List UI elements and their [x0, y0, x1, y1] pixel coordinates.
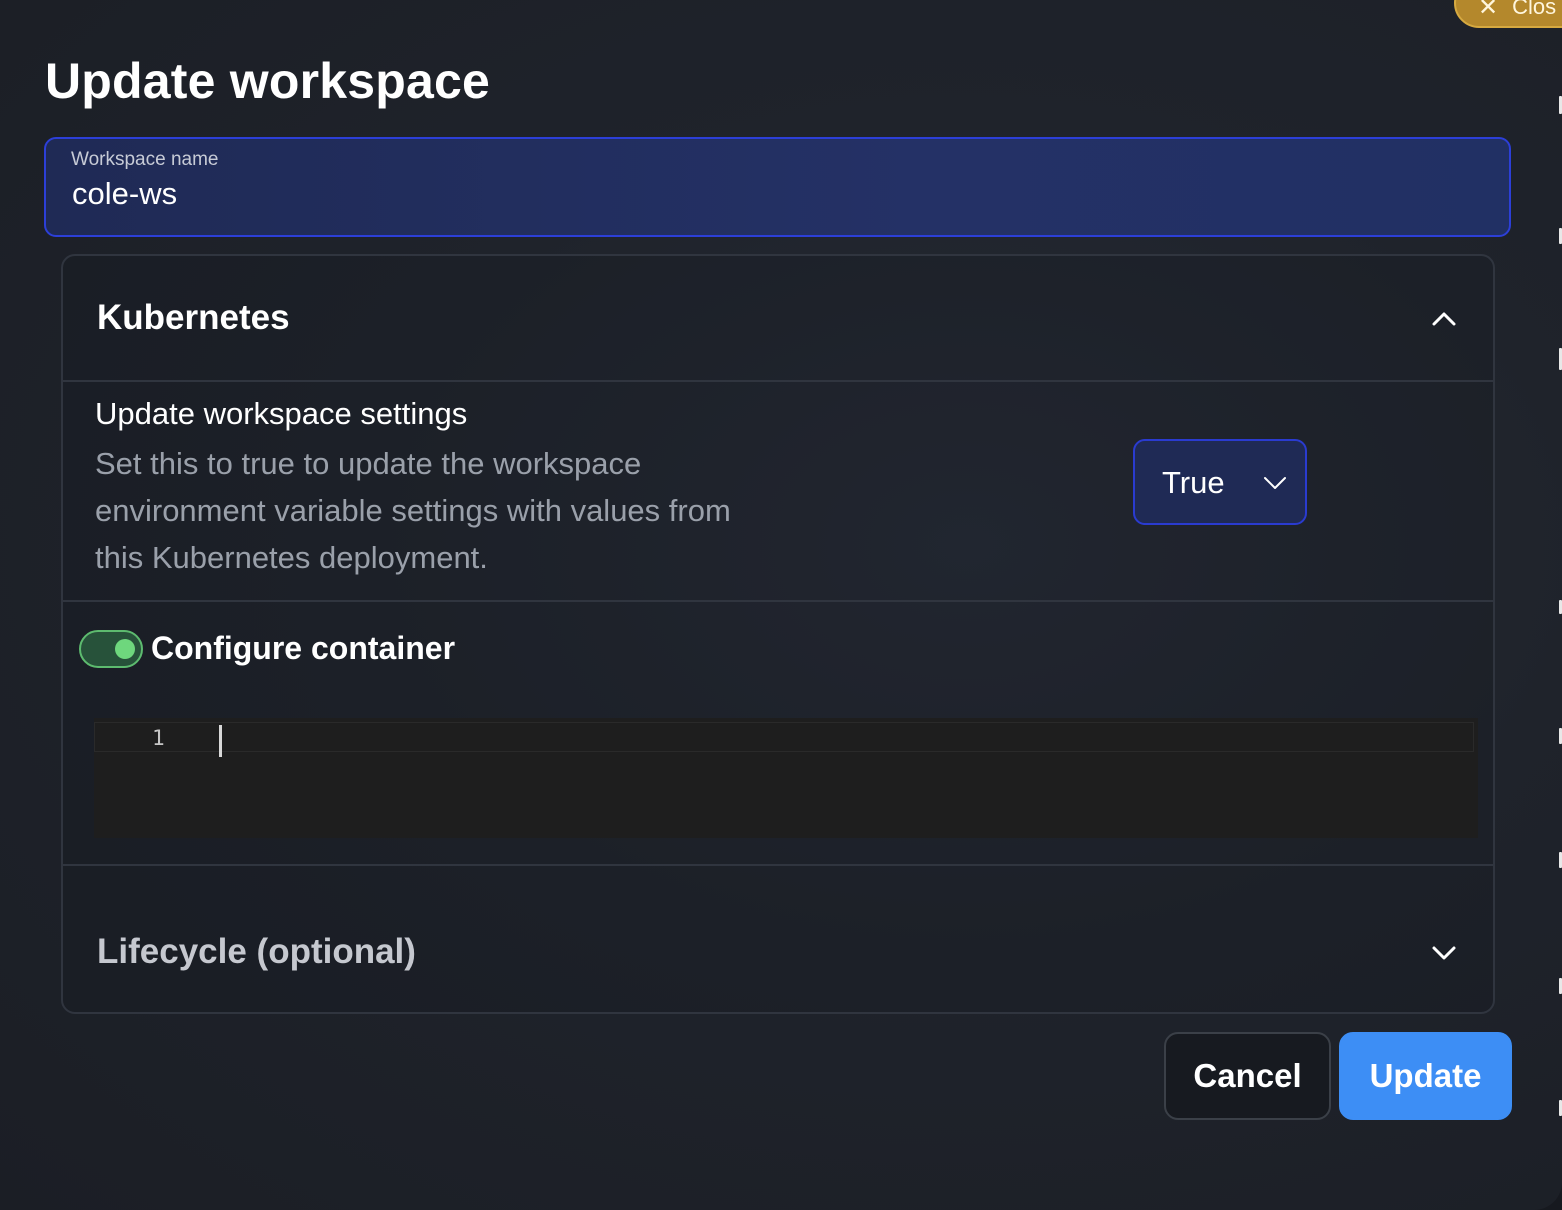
configure-container-toggle[interactable]: [79, 630, 143, 668]
configure-container-row: Configure container 1: [63, 602, 1493, 866]
cancel-button[interactable]: Cancel: [1164, 1032, 1331, 1120]
editor-caret: [219, 725, 222, 757]
update-button[interactable]: Update: [1339, 1032, 1512, 1120]
close-label: Clos: [1512, 0, 1557, 19]
background-edge: [1558, 0, 1562, 1210]
lifecycle-section-title: Lifecycle (optional): [97, 932, 416, 971]
settings-accordion: Kubernetes Update workspace settings Set…: [61, 254, 1495, 1014]
chevron-down-icon: [1264, 477, 1286, 489]
chevron-down-icon[interactable]: [1431, 940, 1457, 966]
chevron-up-icon[interactable]: [1431, 306, 1457, 332]
toggle-knob: [115, 639, 135, 659]
workspace-name-field[interactable]: Workspace name cole-ws: [44, 137, 1511, 237]
update-settings-description: Set this to true to update the workspace…: [95, 446, 731, 575]
update-settings-select[interactable]: True: [1133, 439, 1307, 525]
update-workspace-dialog: ✕ Clos Update workspace Workspace name c…: [0, 0, 1562, 1210]
update-settings-select-value: True: [1162, 465, 1225, 500]
editor-line-number: 1: [152, 726, 165, 750]
lifecycle-section-header[interactable]: Lifecycle (optional): [63, 866, 1493, 1012]
close-icon: ✕: [1478, 0, 1499, 21]
page-title: Update workspace: [45, 53, 491, 109]
configure-container-label: Configure container: [151, 630, 456, 666]
workspace-name-label: Workspace name: [71, 149, 219, 170]
update-settings-title: Update workspace settings: [95, 396, 468, 431]
kubernetes-section-header[interactable]: Kubernetes: [63, 256, 1493, 382]
workspace-name-input[interactable]: cole-ws: [72, 176, 177, 212]
update-settings-row: Update workspace settings Set this to tr…: [63, 382, 1493, 602]
kubernetes-section-title: Kubernetes: [97, 298, 290, 337]
close-button[interactable]: ✕ Clos: [1454, 0, 1562, 28]
editor-active-line[interactable]: 1: [94, 722, 1474, 757]
container-code-editor[interactable]: 1: [94, 718, 1478, 838]
